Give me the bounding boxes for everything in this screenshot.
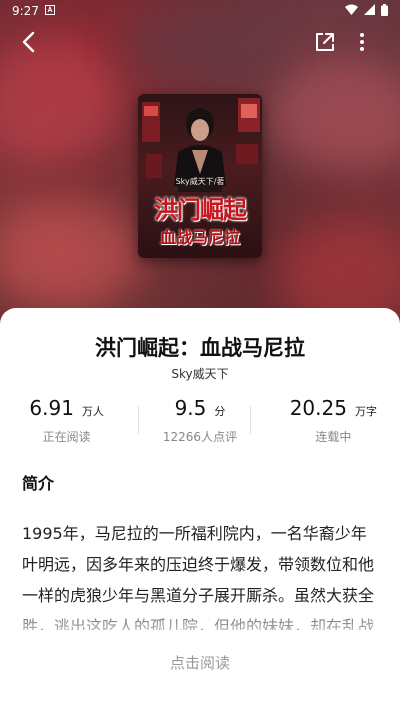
back-button[interactable] [13,28,45,60]
book-author[interactable]: Sky威天下 [0,365,400,382]
status-time: 9:27 [12,4,39,18]
book-title: 洪门崛起：血战马尼拉 [95,336,305,360]
intro-heading: 简介 [22,474,55,493]
stat-unit: 万人 [81,405,104,418]
more-vertical-icon [359,31,365,57]
stat-divider [138,406,139,434]
status-bar: 9:27 [0,0,400,22]
read-button[interactable]: 点击阅读 [0,652,400,673]
share-icon [314,31,336,57]
cover-title-main: 洪门崛起 [154,195,247,224]
share-button[interactable] [309,28,341,60]
stat-readers: 6.91 万人 正在阅读 [0,394,133,450]
stat-unit: 分 [214,405,226,418]
text-fade-overlay [0,598,400,648]
book-detail-sheet: 洪门崛起：血战马尼拉 Sky威天下 6.91 万人 正在阅读 9.5 分 12266… [0,308,400,712]
stat-value: 20.25 [289,396,347,420]
cover-author: Sky威天下/著 [175,177,225,186]
signal-icon [364,4,375,18]
battery-icon [381,3,388,19]
stat-value: 6.91 [29,396,74,420]
stat-label: 正在阅读 [42,430,91,444]
stat-rating[interactable]: 9.5 分 12266人点评 [133,394,266,450]
book-cover[interactable]: Sky威天下/著 洪门崛起 血战马尼拉 [138,94,262,258]
stat-word-count: 20.25 万字 连载中 [267,394,400,450]
back-arrow-icon [21,31,37,57]
cover-title-sub: 血战马尼拉 [159,228,240,247]
stat-unit: 万字 [354,405,377,418]
stat-label: 12266人点评 [162,430,238,444]
more-button[interactable] [346,28,378,60]
notification-icon [44,4,55,18]
stat-value: 9.5 [174,396,207,420]
stat-label: 连载中 [315,430,352,444]
book-stats: 6.91 万人 正在阅读 9.5 分 12266人点评 20.25 万字 连载中 [0,394,400,450]
stat-divider [250,406,251,434]
wifi-icon [345,4,358,18]
